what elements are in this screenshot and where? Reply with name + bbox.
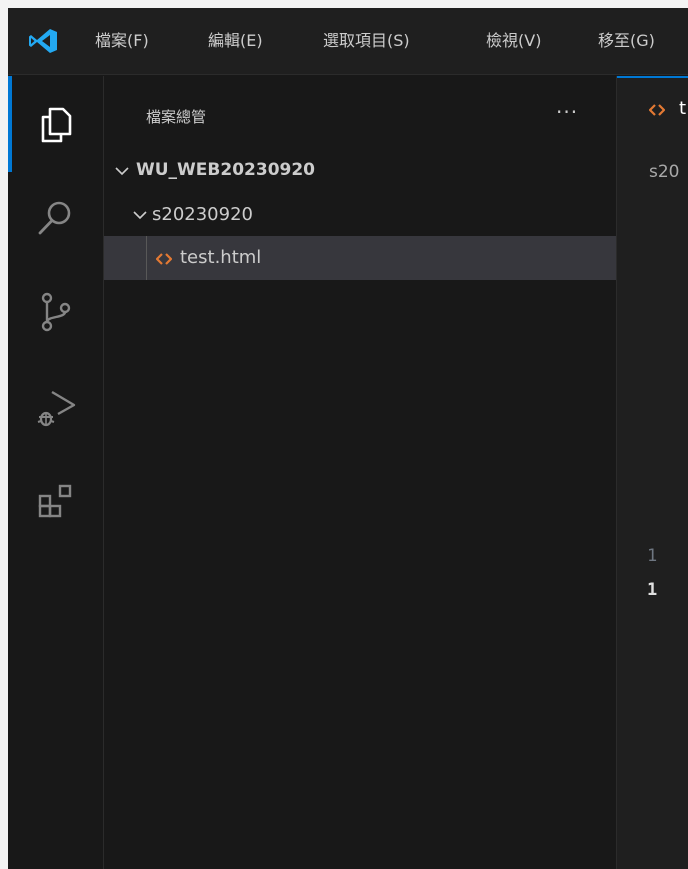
indent-guide (146, 236, 147, 280)
menu-go[interactable]: 移至(G) (598, 31, 655, 51)
active-view-indicator (8, 76, 12, 172)
editor-area: t s20 1 1 (617, 76, 688, 869)
explorer-title: 檔案總管 (146, 108, 207, 126)
line-number: 1 (647, 546, 658, 566)
activity-bar (8, 76, 104, 869)
window-left-edge (0, 0, 8, 869)
extensions-icon[interactable] (32, 476, 80, 524)
more-actions-button[interactable]: ··· (556, 100, 578, 124)
tab-label: t (679, 98, 687, 119)
menu-edit[interactable]: 編輯(E) (208, 31, 263, 51)
tree-item-label: s20230920 (152, 204, 253, 225)
html-file-icon (156, 253, 172, 265)
search-icon[interactable] (32, 194, 80, 242)
html-file-icon (649, 104, 665, 116)
vscode-window: 檔案(F) 編輯(E) 選取項目(S) 檢視(V) 移至(G) 檔案總管 ···… (0, 0, 688, 869)
chevron-down-icon (115, 167, 129, 176)
chevron-down-icon (133, 211, 147, 220)
menu-view[interactable]: 檢視(V) (486, 31, 541, 51)
menu-selection[interactable]: 選取項目(S) (323, 31, 410, 51)
title-bar: 檔案(F) 編輯(E) 選取項目(S) 檢視(V) 移至(G) (8, 8, 688, 75)
tree-item-file[interactable]: test.html (104, 236, 616, 280)
tree-item-workspace-folder[interactable]: WU_WEB20230920 (104, 149, 616, 193)
breadcrumb[interactable]: s20 (649, 162, 680, 182)
tree-item-folder[interactable]: s20230920 (104, 193, 616, 237)
source-control-icon[interactable] (32, 288, 80, 336)
explorer-icon[interactable] (32, 100, 80, 148)
menu-file[interactable]: 檔案(F) (95, 31, 149, 51)
tree-item-label: WU_WEB20230920 (136, 160, 316, 180)
tree-item-label: test.html (180, 247, 262, 268)
window-top-edge (0, 0, 688, 8)
vscode-logo-icon (28, 28, 58, 54)
run-debug-icon[interactable] (32, 382, 80, 430)
editor-tab[interactable]: t (617, 76, 688, 142)
line-number-current: 1 (647, 580, 658, 600)
explorer-sidebar: 檔案總管 ··· WU_WEB20230920 s20230920 test.h… (104, 76, 617, 869)
